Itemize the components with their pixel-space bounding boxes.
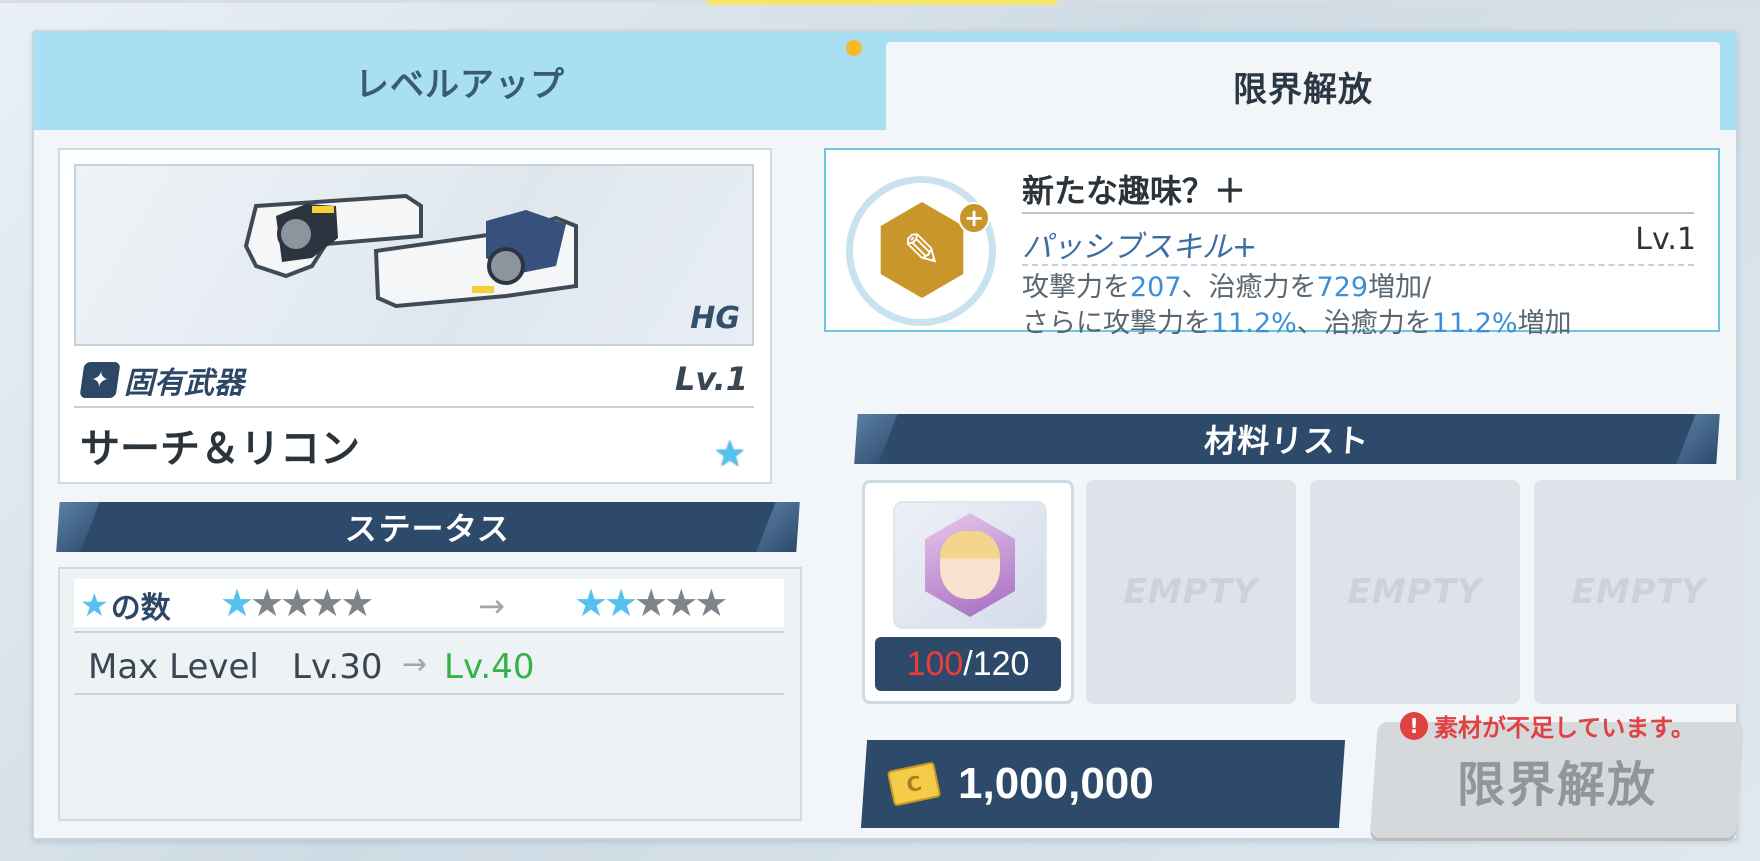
arrow-right-icon: → xyxy=(402,647,428,682)
max-level-label: Max Level xyxy=(88,647,259,687)
star-icon: ★ xyxy=(80,586,109,624)
rifle-icon: ✦ xyxy=(79,362,121,398)
stars-before: ★★★★★ xyxy=(220,581,374,625)
empty-material-slot: EMPTY xyxy=(1534,480,1744,704)
desc-text: 、治癒力を xyxy=(1181,272,1317,303)
status-box: ★ の数 ★★★★★ → ★★★★★ Max Level Lv.30 → Lv.… xyxy=(58,567,802,821)
weapon-level: Lv.1 xyxy=(674,360,748,398)
star-empty-icon: ★ xyxy=(310,581,344,625)
info-icon: ! xyxy=(1400,711,1428,740)
skill-type: パッシブスキル+ xyxy=(1022,230,1258,265)
credit-cost-value: 1,000,000 xyxy=(958,759,1154,808)
star-empty-icon: ★ xyxy=(694,581,728,625)
skill-description-line-2: さらに攻撃力を11.2%、治癒力を11.2%増加 xyxy=(1022,306,1572,342)
desc-text: 増加 xyxy=(1517,308,1572,339)
material-list-header: 材料リスト xyxy=(854,414,1720,464)
tab-bar: レベルアップ 限界解放 xyxy=(34,32,1736,130)
star-empty-icon: ★ xyxy=(340,581,374,625)
material-slot[interactable]: 100/120 xyxy=(862,480,1074,704)
weapon-type: ✦ 固有武器 xyxy=(79,358,244,402)
star-filled-icon: ★ xyxy=(604,581,638,625)
material-portrait xyxy=(893,501,1047,629)
limit-break-panel: レベルアップ 限界解放 HG ✦ 固有武器 Lv.1 サーチ＆リコン ★ ステー… xyxy=(32,30,1745,840)
material-required: /120 xyxy=(963,644,1030,683)
tab-limit-break[interactable]: 限界解放 xyxy=(886,42,1720,130)
star-count-text: の数 xyxy=(110,591,171,626)
notification-dot-icon xyxy=(846,40,862,56)
desc-text: 、治癒力を xyxy=(1296,308,1432,339)
desc-value: 207 xyxy=(1130,272,1182,303)
skill-level: Lv.1 xyxy=(1635,222,1696,257)
top-highlight-bar xyxy=(707,0,1057,5)
divider xyxy=(74,631,784,633)
twin-pistols-image xyxy=(243,193,578,309)
warning-text: 素材が不足しています。 xyxy=(1434,714,1695,742)
divider xyxy=(74,406,754,408)
status-header: ステータス xyxy=(56,502,800,552)
desc-text: さらに攻撃力を xyxy=(1022,308,1211,339)
divider xyxy=(1022,264,1694,266)
material-shortage-warning: ! 素材が不足しています。 xyxy=(1400,708,1695,743)
star-icon: ★ xyxy=(713,434,746,475)
star-empty-icon: ★ xyxy=(634,581,668,625)
star-empty-icon: ★ xyxy=(250,581,284,625)
divider xyxy=(1022,212,1694,214)
character-eleph-icon xyxy=(925,513,1015,617)
desc-value: 11.2% xyxy=(1431,308,1518,339)
empty-material-slot: EMPTY xyxy=(1086,480,1296,704)
desc-text: 攻撃力を xyxy=(1022,272,1130,303)
plus-icon: + xyxy=(958,202,990,234)
star-count-label: ★ の数 xyxy=(80,583,171,627)
skill-description: 攻撃力を207、治癒力を729増加/ さらに攻撃力を11.2%、治癒力を11.2… xyxy=(1022,270,1572,342)
star-filled-icon: ★ xyxy=(220,581,254,625)
desc-value: 11.2% xyxy=(1211,308,1297,339)
credit-cost: C 1,000,000 xyxy=(860,740,1346,828)
skill-box: ✎ + 新たな趣味？＋ パッシブスキル+ Lv.1 攻撃力を207、治癒力を72… xyxy=(824,148,1720,339)
arrow-right-icon: → xyxy=(478,587,505,625)
credit-card-icon: C xyxy=(886,761,942,807)
empty-material-slot: EMPTY xyxy=(1310,480,1520,704)
max-level-to: Lv.40 xyxy=(444,647,535,687)
star-count-row: ★ の数 ★★★★★ → ★★★★★ xyxy=(74,579,784,627)
star-empty-icon: ★ xyxy=(280,581,314,625)
star-empty-icon: ★ xyxy=(664,581,698,625)
limit-break-button-label: 限界解放 xyxy=(1456,757,1657,813)
character-face-icon xyxy=(940,531,1000,599)
skill-title: 新たな趣味？＋ xyxy=(1022,172,1247,210)
divider xyxy=(74,693,784,695)
material-count: 100/120 xyxy=(875,637,1061,691)
tab-level-up[interactable]: レベルアップ xyxy=(34,32,886,130)
material-owned: 100 xyxy=(906,644,964,683)
max-level-from: Lv.30 xyxy=(292,647,383,687)
desc-value: 729 xyxy=(1316,272,1369,303)
weapon-name: サーチ＆リコン xyxy=(80,426,360,472)
stars-after: ★★★★★ xyxy=(574,581,728,625)
skill-description-line-1: 攻撃力を207、治癒力を729増加/ xyxy=(1022,270,1572,306)
weapon-grade: HG xyxy=(690,301,740,336)
weapon-type-label: 固有武器 xyxy=(124,366,244,401)
material-list-title: 材料リスト xyxy=(1203,422,1371,460)
star-filled-icon: ★ xyxy=(574,581,608,625)
desc-text: 増加/ xyxy=(1368,272,1432,303)
weapon-image: HG xyxy=(74,164,754,346)
weapon-card: HG ✦ 固有武器 Lv.1 サーチ＆リコン ★ xyxy=(58,148,772,484)
status-title: ステータス xyxy=(344,510,512,548)
